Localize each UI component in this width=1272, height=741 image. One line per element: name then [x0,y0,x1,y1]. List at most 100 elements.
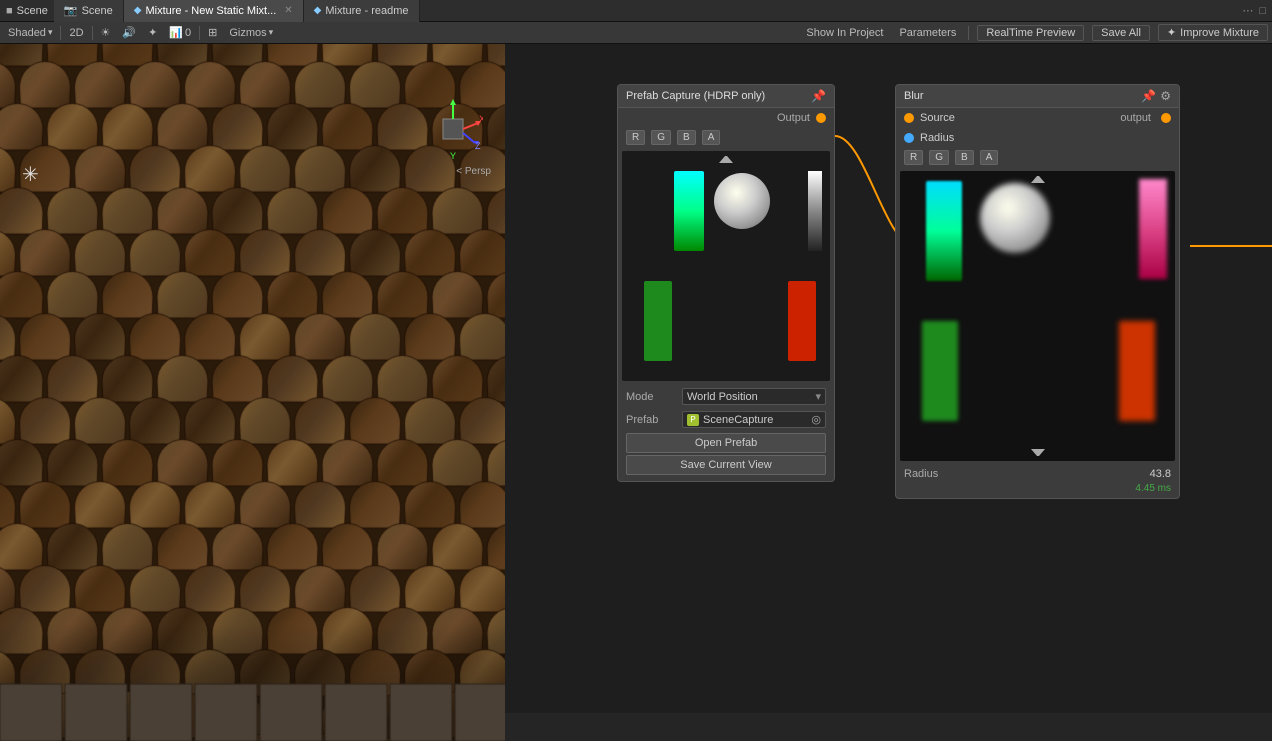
radius-port-row: Radius [896,128,1179,148]
stats-icon: 📊 [169,26,183,39]
channel-a-btn[interactable]: A [702,130,721,145]
tab-scene-label: Scene [82,5,113,17]
tab-mixture-readme[interactable]: ◆ Mixture - readme [304,0,420,22]
blur-channel-row: R G B A [896,148,1179,167]
output-port-dot[interactable] [816,113,826,123]
gizmos-arrow-icon: ▾ [269,27,274,38]
output-label: Output [777,112,810,124]
show-in-project-btn[interactable]: Show In Project [802,25,887,41]
scene-view[interactable]: ✳ Y X Z < Persp [0,44,505,741]
blur-channel-g-btn[interactable]: G [929,150,949,165]
blur-sphere [980,183,1050,253]
sep4 [968,26,969,40]
realtime-preview-btn[interactable]: RealTime Preview [977,25,1084,41]
open-prefab-btn[interactable]: Open Prefab [626,433,826,453]
mode-label: Mode [626,391,676,403]
blur-channel-r-btn[interactable]: R [904,150,923,165]
gizmos-btn[interactable]: Gizmos ▾ [225,26,277,40]
prefab-preview-area [622,151,830,381]
panels-area: Prefab Capture (HDRP only) 📌 Output R G … [505,44,1272,741]
tab-close-icon[interactable]: ✕ [284,5,292,16]
radius-field-label: Radius [904,468,1144,480]
svg-text:X: X [479,114,483,124]
svg-text:Y: Y [450,151,456,159]
shaded-label: Shaded [8,27,46,39]
blur-settings-icon[interactable]: ⚙ [1160,89,1171,103]
blur-scroll-down[interactable] [1031,449,1045,457]
svg-text:Z: Z [475,141,481,151]
blur-channel-a-btn[interactable]: A [980,150,999,165]
minimize-icon[interactable]: □ [1259,5,1266,17]
tab-mixture-readme-label: Mixture - readme [325,5,408,17]
prefab-panel-title: Prefab Capture (HDRP only) [626,90,765,102]
blur-scroll-down-arrow[interactable] [1031,449,1045,457]
prefab-scene-icon: P [687,414,699,426]
source-label: Source [920,112,1114,124]
audio-icon: 🔊 [122,26,136,39]
nodes-canvas[interactable]: Prefab Capture (HDRP only) 📌 Output R G … [505,44,1272,713]
blur-channel-b-btn[interactable]: B [955,150,974,165]
output-port-row: Output [618,108,834,128]
shaded-dropdown[interactable]: Shaded ▾ [4,26,56,40]
channel-row: R G B A [618,128,834,147]
blur-scroll-up-arrow[interactable] [1031,175,1045,183]
gizmos-label: Gizmos [229,27,266,39]
light-icon-btn[interactable]: ☀ [97,25,115,40]
source-port-row: Source output [896,108,1179,128]
mode-dropdown-arrow-icon: ▾ [815,390,821,403]
radius-port-dot[interactable] [904,133,914,143]
audio-icon-btn[interactable]: 🔊 [118,25,140,40]
prefab-capture-panel: Prefab Capture (HDRP only) 📌 Output R G … [617,84,835,482]
save-all-btn[interactable]: Save All [1092,25,1150,41]
prefab-value-field[interactable]: P SceneCapture ◎ [682,411,826,428]
scroll-up-indicator[interactable] [719,155,733,163]
blur-green-bar [922,321,958,421]
fx-icon: ✦ [148,26,157,39]
green-bar-swatch [644,281,672,361]
grid-btn[interactable]: ⊞ [204,25,221,40]
blur-red-bar [1119,321,1155,421]
blur-panel-title: Blur [904,90,924,102]
fx-icon-btn[interactable]: ✦ [144,25,161,40]
main-area: ✳ Y X Z < Persp [0,44,1272,741]
window-left-icons: ■ Scene [6,5,48,17]
radius-port-label: Radius [920,132,1171,144]
output-port-right-dot[interactable] [1161,113,1171,123]
mode-value-dropdown[interactable]: World Position ▾ [682,388,826,405]
blur-panel-header: Blur 📌 ⚙ [896,85,1179,108]
scroll-up-arrow[interactable] [719,155,733,163]
tab-bar: 📷 Scene ◆ Mixture - New Static Mixt... ✕… [54,0,1236,22]
channel-g-btn[interactable]: G [651,130,671,145]
mode-2d-label: 2D [69,27,83,39]
sun-light-icon[interactable]: ✳ [22,162,39,187]
blur-pin-icon[interactable]: 📌 [1141,89,1156,103]
stats-zero: 0 [185,27,191,39]
prefab-target-icon[interactable]: ◎ [811,413,821,426]
tab-scene[interactable]: 📷 Scene [54,0,124,22]
channel-b-btn[interactable]: B [677,130,696,145]
prefab-panel-header: Prefab Capture (HDRP only) 📌 [618,85,834,108]
parameters-btn[interactable]: Parameters [895,25,960,41]
save-current-view-btn[interactable]: Save Current View [626,455,826,475]
tab-mixture-new-static[interactable]: ◆ Mixture - New Static Mixt... ✕ [124,0,304,22]
scene-toolbar: Shaded ▾ 2D ☀ 🔊 ✦ 📊 0 ⊞ Gizmos ▾ Show In… [0,22,1272,44]
stats-btn[interactable]: 📊 0 [165,25,195,40]
prefab-field-row: Prefab P SceneCapture ◎ [618,408,834,431]
output-right-label: output [1120,112,1151,124]
sep2 [92,26,93,40]
blur-scroll-up[interactable] [1031,175,1045,183]
sep1 [60,26,61,40]
gizmo-widget[interactable]: Y X Z [423,99,483,159]
improve-mixture-btn[interactable]: ✦ Improve Mixture [1158,24,1268,41]
radius-field-value[interactable]: 43.8 [1150,468,1171,480]
blur-preview-area [900,171,1175,461]
channel-r-btn[interactable]: R [626,130,645,145]
prefab-pin-icon[interactable]: 📌 [811,89,826,103]
mixture-readme-icon: ◆ [314,5,322,16]
camera-icon: 📷 [64,4,78,17]
mode-2d-btn[interactable]: 2D [65,26,87,40]
sphere-swatch [714,173,770,229]
source-port-dot[interactable] [904,113,914,123]
prefab-panel-icons: 📌 [811,89,826,103]
improve-label: Improve Mixture [1180,27,1259,39]
